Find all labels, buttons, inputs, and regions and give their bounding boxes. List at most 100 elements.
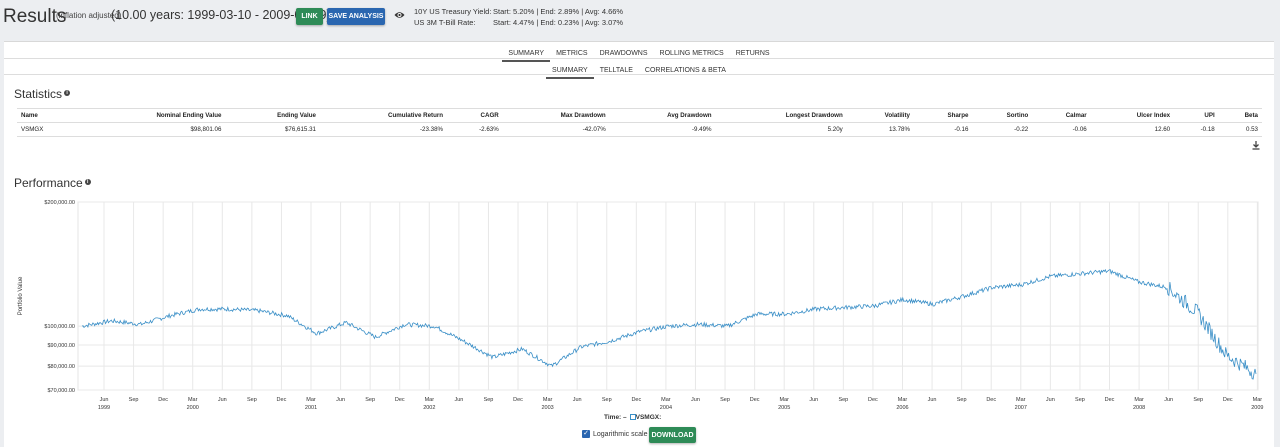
x-tick-label: Jun xyxy=(809,397,818,403)
column-header[interactable]: UPI xyxy=(1174,108,1219,123)
x-tick-label: Sep xyxy=(838,397,848,403)
column-header[interactable]: CAGR xyxy=(447,108,503,123)
download-icon[interactable] xyxy=(1252,141,1260,150)
x-tick-label: Mar xyxy=(1134,397,1144,403)
x-tick-label: Dec xyxy=(395,397,405,403)
x-tick-label: Mar xyxy=(661,397,671,403)
column-header[interactable]: Longest Drawdown xyxy=(715,108,847,123)
table-cell: $76,615.31 xyxy=(225,122,320,137)
x-tick-label: Jun xyxy=(100,397,109,403)
x-year-label: 2001 xyxy=(305,405,317,411)
column-header[interactable]: Cumulative Return xyxy=(319,108,448,123)
x-year-label: 2009 xyxy=(1251,405,1263,411)
x-year-label: 2005 xyxy=(778,405,790,411)
x-tick-label: Mar xyxy=(306,397,316,403)
subtab-summary[interactable]: SUMMARY xyxy=(546,63,594,79)
statistics-table: Name Nominal Ending Value Ending Value Cumu… xyxy=(17,108,1262,137)
y-tick-label: $100,000.00 xyxy=(44,324,75,330)
x-tick-label: Sep xyxy=(129,397,139,403)
table-cell: $98,801.06 xyxy=(78,122,226,137)
tbill-rate-row: US 3M T-Bill Rate: Start: 4.47% | End: 0.… xyxy=(414,17,623,28)
statistics-heading: Statistics i xyxy=(14,87,71,101)
x-tick-label: Mar xyxy=(779,397,789,403)
table-cell: -2.63% xyxy=(447,122,503,137)
sub-tabs: SUMMARY TELLTALE CORRELATIONS & BETA xyxy=(4,59,1274,79)
x-tick-label: Jun xyxy=(336,397,345,403)
column-header[interactable]: Avg Drawdown xyxy=(609,108,716,123)
performance-chart: Jun Sep Dec Mar Jun Sep Dec Mar Jun Sep Dec Mar Jun S… xyxy=(18,200,1264,411)
checkbox-checked-icon[interactable]: ✓ xyxy=(582,430,590,438)
table-cell: -0.06 xyxy=(1032,122,1091,137)
info-icon[interactable]: i xyxy=(84,179,91,185)
x-tick-label: Mar xyxy=(1253,397,1263,403)
column-header[interactable]: Ending Value xyxy=(225,108,320,123)
log-scale-label: Logarithmic scale xyxy=(593,430,648,438)
tbill-value: Start: 4.47% | End: 0.23% | Avg: 3.07% xyxy=(493,18,624,27)
x-tick-label: Jun xyxy=(218,397,227,403)
table-cell: -42.07% xyxy=(502,122,610,137)
column-header[interactable]: Ulcer Index xyxy=(1090,108,1175,123)
main-tabs: SUMMARY METRICS DRAWDOWNS ROLLING METRICS RE… xyxy=(4,42,1274,62)
performance-title: Performance xyxy=(14,176,83,190)
table-cell: -0.22 xyxy=(972,122,1033,137)
x-tick-label: Jun xyxy=(928,397,937,403)
y-tick-label: $70,000.00 xyxy=(47,388,75,394)
y-axis-label: Portfolio Value xyxy=(18,276,24,315)
x-tick-label: Dec xyxy=(986,397,996,403)
x-year-label: 2007 xyxy=(1015,405,1027,411)
performance-heading: Performance i xyxy=(14,176,91,190)
column-header[interactable]: Calmar xyxy=(1032,108,1091,123)
save-analysis-button[interactable]: SAVE ANALYSIS xyxy=(327,8,385,25)
x-tick-label: Mar xyxy=(898,397,908,403)
table-cell: 5.20y xyxy=(715,122,847,137)
results-card: SUMMARY METRICS DRAWDOWNS ROLLING METRICS RE… xyxy=(4,41,1274,447)
column-header[interactable]: Nominal Ending Value xyxy=(78,108,226,123)
column-header[interactable]: Name xyxy=(17,108,79,123)
plot-area xyxy=(77,201,1259,391)
column-header[interactable]: Sortino xyxy=(972,108,1033,123)
x-tick-label: Sep xyxy=(247,397,257,403)
x-tick-label: Sep xyxy=(1193,397,1203,403)
table-cell: 12.60 xyxy=(1090,122,1175,137)
table-cell: 13.78% xyxy=(846,122,914,137)
column-header[interactable]: Max Drawdown xyxy=(502,108,610,123)
x-year-label: 2008 xyxy=(1133,405,1145,411)
column-header[interactable]: Beta xyxy=(1218,108,1262,123)
eye-icon[interactable] xyxy=(394,11,405,19)
legend-series: VSMGX: xyxy=(635,414,662,421)
table-cell: -9.49% xyxy=(609,122,716,137)
statistics-title: Statistics xyxy=(14,87,63,101)
x-tick-label: Jun xyxy=(573,397,582,403)
x-year-label: 2002 xyxy=(423,405,435,411)
x-tick-label: Dec xyxy=(1105,397,1115,403)
x-tick-label: Dec xyxy=(631,397,641,403)
table-header-row: Name Nominal Ending Value Ending Value Cumu… xyxy=(17,108,1262,123)
x-tick-label: Dec xyxy=(750,397,760,403)
treasury-value: Start: 5.20% | End: 2.89% | Avg: 4.66% xyxy=(493,7,624,16)
info-icon[interactable]: i xyxy=(64,90,71,96)
y-tick-label: $80,000.00 xyxy=(47,364,75,370)
x-tick-label: Sep xyxy=(602,397,612,403)
results-header: Results (inflation adjusted) (10.00 year… xyxy=(0,0,1280,40)
treasury-rate-row: 10Y US Treasury Yield: Start: 5.20% | End… xyxy=(414,6,623,17)
x-year-label: 2003 xyxy=(541,405,553,411)
x-tick-label: Sep xyxy=(484,397,494,403)
x-tick-label: Mar xyxy=(188,397,198,403)
column-header[interactable]: Volatility xyxy=(846,108,914,123)
x-year-label: 2004 xyxy=(660,405,672,411)
x-tick-label: Sep xyxy=(957,397,967,403)
x-tick-label: Dec xyxy=(513,397,523,403)
x-tick-label: Sep xyxy=(720,397,730,403)
table-cell: -0.18 xyxy=(1174,122,1219,137)
log-scale-toggle[interactable]: ✓ Logarithmic scale xyxy=(582,430,647,438)
link-button[interactable]: LINK xyxy=(296,8,323,25)
x-tick-label: Mar xyxy=(1016,397,1026,403)
x-year-label: 1999 xyxy=(98,405,110,411)
x-tick-label: Dec xyxy=(1223,397,1233,403)
x-tick-label: Jun xyxy=(691,397,700,403)
column-header[interactable]: Sharpe xyxy=(913,108,973,123)
download-button[interactable]: DOWNLOAD xyxy=(649,427,696,443)
x-tick-label: Jun xyxy=(1046,397,1055,403)
table-cell: -0.16 xyxy=(913,122,973,137)
y-tick-label: $90,000.00 xyxy=(47,343,75,349)
